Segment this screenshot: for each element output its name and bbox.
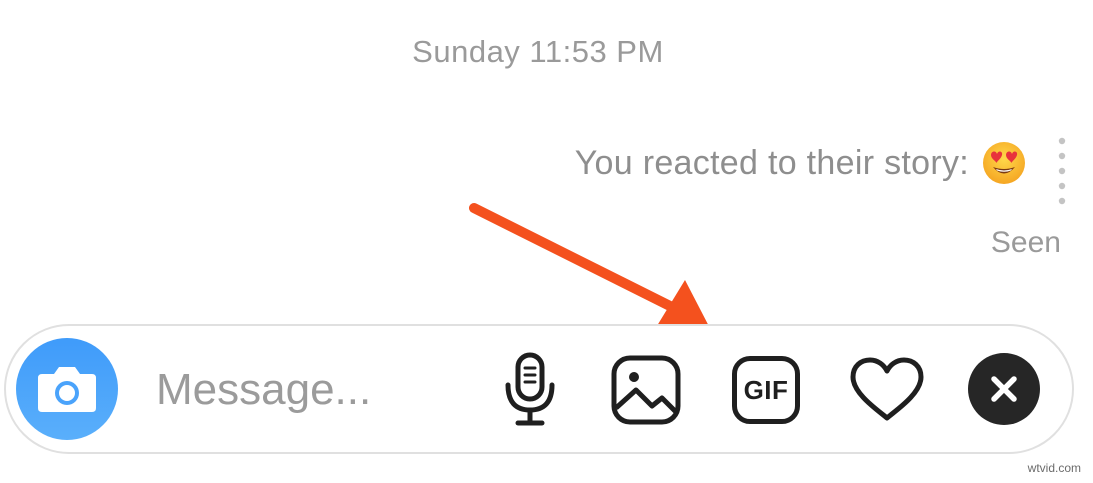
more-options-icon[interactable] [1058, 137, 1066, 207]
close-button[interactable] [968, 353, 1040, 425]
heart-eyes-emoji-icon [981, 140, 1027, 186]
message-composer: GIF [4, 324, 1074, 454]
watermark: wtvid.com [1027, 461, 1081, 475]
voice-message-button[interactable] [494, 350, 566, 430]
close-icon [991, 376, 1017, 402]
seen-status: Seen [990, 226, 1061, 259]
direct-message-thread: Sunday 11:53 PM You reacted to their sto… [0, 0, 1093, 483]
gif-label: GIF [743, 374, 789, 405]
heart-icon [850, 357, 924, 421]
camera-button[interactable] [16, 338, 118, 440]
story-reaction-text: You reacted to their story: [574, 143, 969, 182]
gallery-button[interactable] [608, 352, 684, 428]
gif-icon: GIF [732, 356, 800, 424]
image-icon [611, 355, 681, 425]
gif-button[interactable]: GIF [728, 352, 804, 428]
microphone-icon [505, 352, 555, 426]
like-button[interactable] [848, 354, 926, 426]
camera-icon [38, 367, 96, 412]
message-timestamp: Sunday 11:53 PM [412, 34, 664, 69]
message-input[interactable] [156, 360, 476, 420]
story-reaction-message[interactable]: You reacted to their story: [575, 140, 1027, 186]
